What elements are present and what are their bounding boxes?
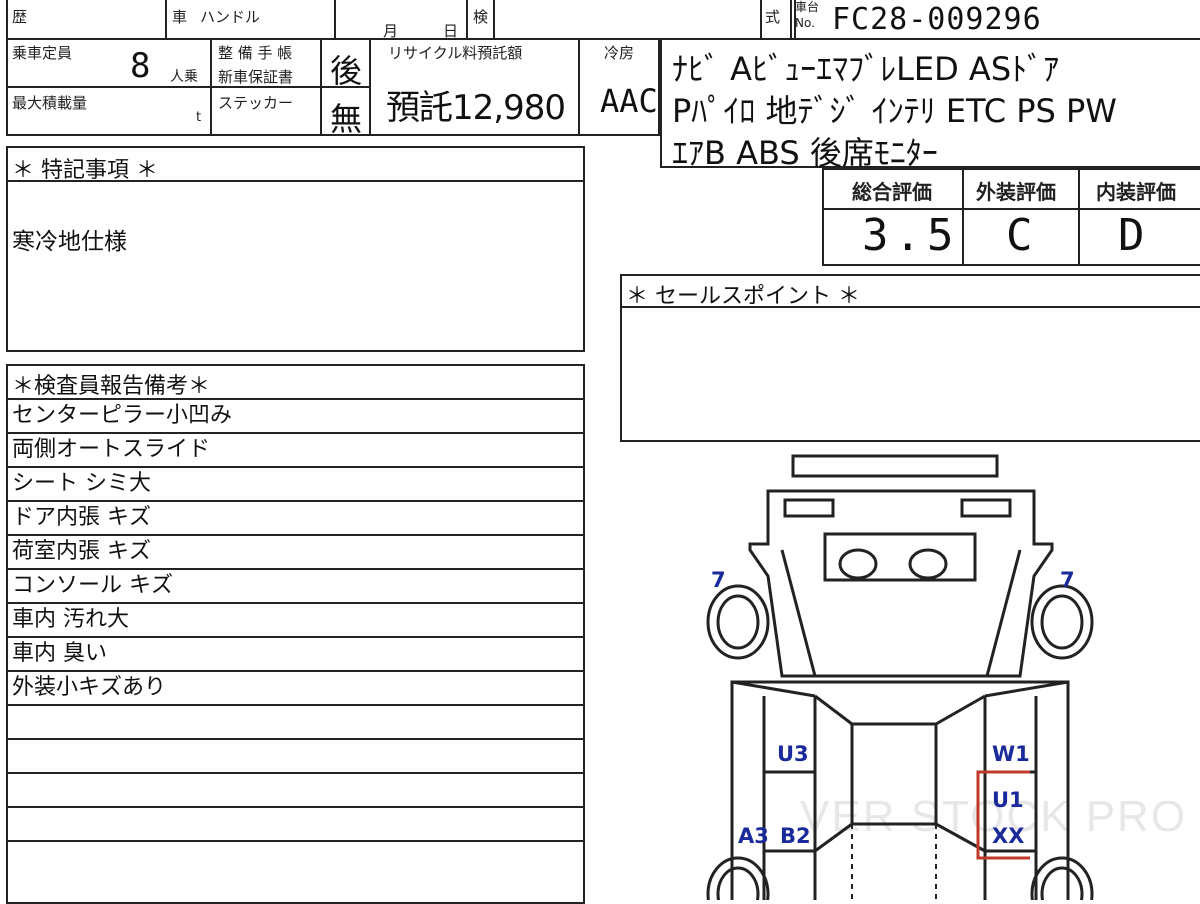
capacity-value: 8 — [130, 46, 151, 86]
recycle-label: リサイクル料預託額 — [388, 44, 523, 62]
header-row — [6, 0, 796, 40]
exterior-rating-value: C — [1006, 210, 1033, 261]
specs-divider — [578, 38, 580, 136]
report-row: ドア内張 キズ — [6, 500, 585, 534]
interior-rating-value: D — [1118, 210, 1145, 261]
report-row: コンソール キズ — [6, 568, 585, 602]
ratings-divider — [962, 168, 964, 266]
inspection-label: 検 — [473, 8, 489, 26]
special-notes-text: 寒冷地仕様 — [12, 229, 127, 255]
chassis-no-label: No. — [795, 16, 815, 30]
maintenance-label: 整 備 手 帳 — [218, 44, 293, 62]
chassis-label: 車台 — [795, 0, 820, 14]
report-row: 車内 汚れ大 — [6, 602, 585, 636]
report-row — [6, 806, 585, 840]
header-divider — [466, 0, 468, 40]
overall-rating-label: 総合評価 — [852, 180, 932, 204]
overall-rating-value: 3.5 — [862, 210, 960, 261]
hood-outline — [748, 489, 1054, 678]
exterior-rating-label: 外装評価 — [976, 180, 1056, 204]
special-notes-title: ＊ 特記事項 ＊ — [12, 158, 158, 183]
a-pillar-right — [985, 549, 1022, 677]
report-row — [6, 738, 585, 772]
ratings-divider — [1078, 168, 1080, 266]
chassis-number: FC28-009296 — [832, 2, 1042, 37]
mark-front-right: 7 — [1060, 568, 1075, 592]
front-wheel-left-inner — [716, 594, 760, 650]
rear-wheel-right-inner — [1040, 866, 1084, 900]
options-line-1: ﾅﾋﾞ AﾋﾞｭｰｴﾏﾌﾞﾚLED ASﾄﾞｱ — [672, 50, 1060, 88]
sticker-value: 無 — [330, 100, 363, 138]
front-wheel-right-inner — [1040, 594, 1084, 650]
report-row: シート シミ大 — [6, 466, 585, 500]
inspector-report-title: ＊検査員報告備考＊ — [12, 374, 211, 399]
mirror-right — [908, 548, 948, 580]
mirror-left — [838, 548, 878, 580]
car-label: 車 — [172, 8, 188, 26]
roof-diag-tl — [814, 694, 853, 726]
specs-divider — [369, 38, 371, 136]
ac-value: AAC — [600, 82, 658, 120]
body-belt-left — [731, 680, 816, 698]
specs-divider — [210, 38, 212, 136]
roof-panel — [850, 722, 938, 826]
roof-diag-bl — [814, 822, 853, 853]
report-row: センターピラー小凹み — [6, 398, 585, 432]
report-row — [6, 840, 585, 874]
windshield-top — [823, 532, 977, 582]
options-line-2: Pﾊﾟｲﾛ 地ﾃﾞｼﾞ ｲﾝﾃﾘ ETC PS PW — [672, 92, 1117, 130]
specs-divider — [6, 86, 369, 88]
headlight-left — [783, 498, 835, 518]
mark-xx: XX — [992, 824, 1025, 848]
handle-label: ハンドル — [200, 8, 261, 26]
recycle-value: 預託12,980 — [386, 88, 566, 128]
a-pillar-left — [780, 549, 817, 677]
capacity-label: 乗車定員 — [12, 44, 73, 62]
report-row: 車内 臭い — [6, 636, 585, 670]
type-label: 式 — [765, 8, 781, 26]
max-load-label: 最大積載量 — [12, 94, 88, 112]
ac-label: 冷房 — [604, 44, 635, 62]
sales-point-title: ＊ セールスポイント ＊ — [626, 284, 860, 309]
interior-rating-label: 内装評価 — [1096, 180, 1176, 204]
mark-b2: B2 — [780, 824, 811, 848]
report-row: 両側オートスライド — [6, 432, 585, 466]
rear-wheel-left-inner — [716, 866, 760, 900]
roof-diag-tr — [935, 694, 986, 726]
report-row — [6, 704, 585, 738]
warranty-label: 新車保証書 — [218, 68, 294, 86]
report-row: 外装小キズあり — [6, 670, 585, 704]
report-row: 荷室内張 キズ — [6, 534, 585, 568]
report-row — [6, 772, 585, 806]
max-load-unit: t — [196, 110, 202, 125]
header-divider — [493, 0, 495, 40]
body-belt-right — [984, 680, 1069, 698]
capacity-unit: 人乗 — [170, 69, 198, 85]
header-divider — [165, 0, 167, 40]
front-bumper — [791, 454, 999, 478]
header-divider — [334, 0, 336, 40]
mark-front-left: 7 — [711, 568, 726, 592]
headlight-right — [960, 498, 1012, 518]
maintenance-value: 後 — [330, 52, 363, 90]
mark-u1: U1 — [992, 788, 1024, 812]
mark-a3: A3 — [738, 824, 769, 848]
history-label: 歴 — [12, 8, 28, 26]
specs-divider — [320, 38, 322, 136]
sticker-label: ステッカー — [218, 94, 294, 112]
mark-w1: W1 — [992, 742, 1030, 766]
mark-u3: U3 — [777, 742, 809, 766]
header-divider — [760, 0, 762, 40]
